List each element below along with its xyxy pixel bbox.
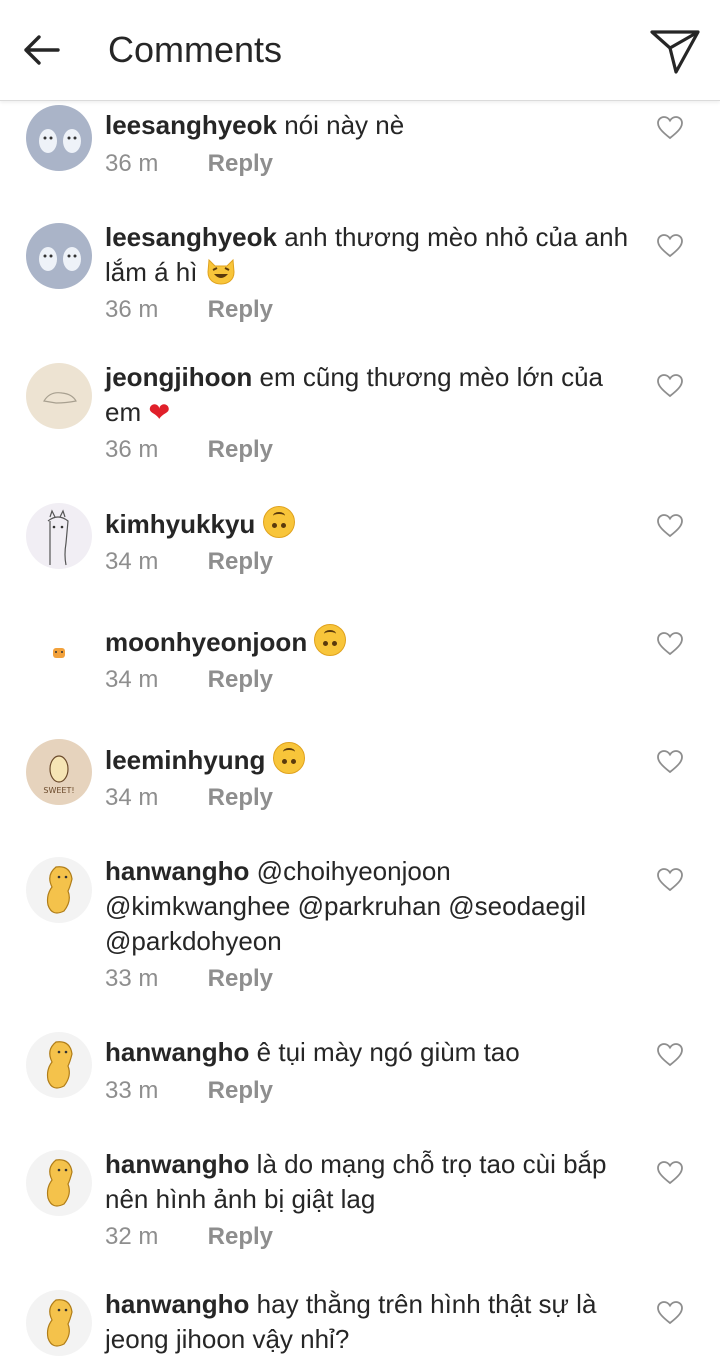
- avatar[interactable]: [26, 1032, 92, 1098]
- comment-text: nói này nè: [284, 110, 405, 140]
- comment-username[interactable]: hanwangho: [105, 856, 249, 886]
- comment-body: leesanghyeok nói này nè: [105, 108, 635, 143]
- comment-body: leesanghyeok anh thương mèo nhỏ của anh …: [105, 220, 635, 290]
- comment-meta: 34 m Reply: [105, 784, 273, 812]
- comment-body: hanwangho ê tụi mày ngó giùm tao: [105, 1035, 635, 1070]
- comment-username[interactable]: hanwangho: [105, 1289, 249, 1319]
- comment-text: ê tụi mày ngó giùm tao: [256, 1037, 520, 1067]
- heart-outline-icon[interactable]: [657, 116, 683, 140]
- peanut-avatar-icon: [46, 1159, 73, 1207]
- heart-outline-icon[interactable]: [657, 750, 683, 774]
- reply-button[interactable]: Reply: [208, 1077, 273, 1104]
- reply-button[interactable]: Reply: [208, 548, 273, 575]
- comment-meta: 36 m Reply: [105, 150, 273, 178]
- share-button[interactable]: [648, 26, 702, 76]
- heart-outline-icon[interactable]: [657, 514, 683, 538]
- upside-down-face-emoji: [262, 506, 295, 538]
- reply-button[interactable]: Reply: [208, 1223, 273, 1250]
- comment-body: hanwangho là do mạng chỗ trọ tao cùi bắp…: [105, 1147, 635, 1217]
- comment-username[interactable]: hanwangho: [105, 1149, 249, 1179]
- peanut-avatar-icon: [46, 1041, 73, 1089]
- comment-body: kimhyukkyu: [105, 506, 635, 542]
- heart-outline-icon[interactable]: [657, 1043, 683, 1067]
- seal-avatar-icon: [43, 392, 77, 404]
- comment-body: leeminhyung: [105, 742, 635, 778]
- comment-username[interactable]: leeminhyung: [105, 745, 265, 775]
- comment-time: 36 m: [105, 150, 159, 177]
- llama-avatar-icon: [47, 509, 69, 566]
- avatar[interactable]: [26, 857, 92, 923]
- upside-down-face-emoji: [272, 742, 305, 774]
- comment-time: 34 m: [105, 666, 159, 693]
- top-bar: Comments: [0, 0, 720, 101]
- comment-time: 34 m: [105, 784, 159, 811]
- heart-outline-icon[interactable]: [657, 868, 683, 892]
- heart-outline-icon[interactable]: [657, 1161, 683, 1185]
- avatar-caption: SWEET!: [43, 786, 74, 795]
- reply-button[interactable]: Reply: [208, 666, 273, 693]
- comment-time: 36 m: [105, 436, 159, 463]
- reply-button[interactable]: Reply: [208, 296, 273, 323]
- reply-button[interactable]: Reply: [208, 784, 273, 811]
- avatar[interactable]: [26, 223, 92, 289]
- comment-body: moonhyeonjoon: [105, 624, 635, 660]
- avatar[interactable]: [26, 363, 92, 429]
- avatar[interactable]: SWEET!: [26, 739, 92, 805]
- avatar[interactable]: [26, 105, 92, 171]
- penguin-avatar-icon: [39, 247, 81, 271]
- reply-button[interactable]: Reply: [208, 965, 273, 992]
- comment-username[interactable]: leesanghyeok: [105, 222, 277, 252]
- comment-meta: 33 m Reply: [105, 965, 273, 993]
- reply-button[interactable]: Reply: [208, 436, 273, 463]
- comment-time: 36 m: [105, 296, 159, 323]
- comment-username[interactable]: leesanghyeok: [105, 110, 277, 140]
- page-title: Comments: [108, 29, 283, 70]
- upside-down-face-emoji: [314, 624, 347, 656]
- peanut-avatar-icon: [46, 866, 73, 914]
- sweet-potato-avatar-icon: SWEET!: [43, 755, 75, 795]
- comment-username[interactable]: jeongjihoon: [105, 362, 252, 392]
- comment-time: 33 m: [105, 965, 159, 992]
- back-button[interactable]: [20, 30, 64, 70]
- comment-username[interactable]: kimhyukkyu: [105, 509, 255, 539]
- avatar[interactable]: [26, 1150, 92, 1216]
- tiger-avatar-icon: [53, 648, 65, 658]
- comment-time: 32 m: [105, 1223, 159, 1250]
- comment-meta: 36 m Reply: [105, 436, 273, 464]
- comment-meta: 34 m Reply: [105, 548, 273, 576]
- comment-body: hanwangho @choihyeonjoon @kimkwanghee @p…: [105, 854, 635, 959]
- comment-meta: 32 m Reply: [105, 1223, 273, 1251]
- comment-meta: 33 m Reply: [105, 1077, 273, 1105]
- heart-outline-icon[interactable]: [657, 234, 683, 258]
- avatar[interactable]: [26, 1290, 92, 1356]
- heart-outline-icon[interactable]: [657, 374, 683, 398]
- heart-outline-icon[interactable]: [657, 1301, 683, 1325]
- peanut-avatar-icon: [46, 1299, 73, 1347]
- reply-button[interactable]: Reply: [208, 150, 273, 177]
- comment-body: hanwangho hay thằng trên hình thật sự là…: [105, 1287, 635, 1357]
- comment-meta: 36 m Reply: [105, 296, 273, 324]
- comment-time: 33 m: [105, 1077, 159, 1104]
- arrow-left-icon: [24, 35, 60, 65]
- avatar[interactable]: [26, 621, 92, 687]
- comment-time: 34 m: [105, 548, 159, 575]
- avatar[interactable]: [26, 503, 92, 569]
- penguin-avatar-icon: [39, 129, 81, 153]
- red-heart-emoji: ❤: [148, 398, 171, 428]
- paper-plane-icon: [650, 30, 700, 74]
- grinning-cat-emoji: [205, 256, 237, 286]
- comment-body: jeongjihoon em cũng thương mèo lớn của e…: [105, 360, 635, 431]
- heart-outline-icon[interactable]: [657, 632, 683, 656]
- comment-username[interactable]: moonhyeonjoon: [105, 627, 307, 657]
- comment-username[interactable]: hanwangho: [105, 1037, 249, 1067]
- comment-meta: 34 m Reply: [105, 666, 273, 694]
